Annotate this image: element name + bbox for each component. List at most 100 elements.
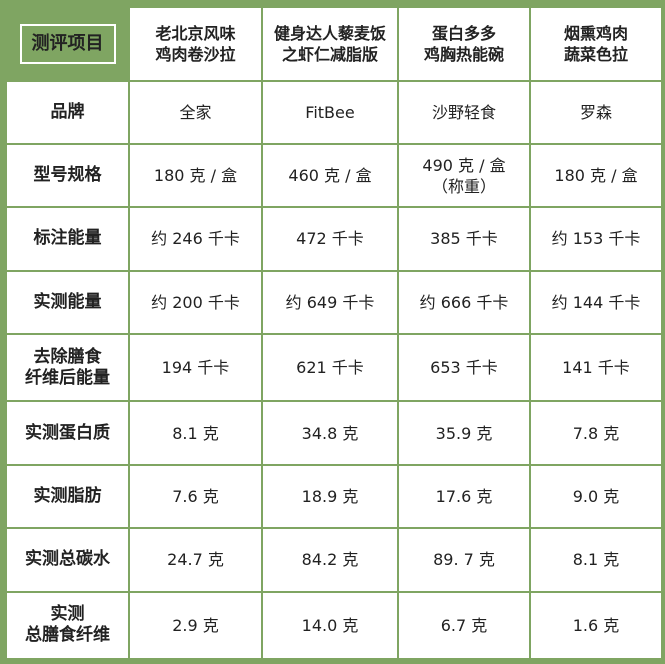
value-cell: 14.0 克 <box>261 590 399 661</box>
value-cell: 84.2 克 <box>261 527 399 593</box>
table-row: 去除膳食 纤维后能量 194 千卡 621 千卡 653 千卡 141 千卡 <box>5 333 663 403</box>
value-cell: 89. 7 克 <box>397 527 531 593</box>
row-label: 实测蛋白质 <box>25 422 110 443</box>
cell-value: （称重） <box>431 176 496 196</box>
value-cell: 141 千卡 <box>529 333 663 403</box>
value-cell: 385 千卡 <box>397 206 531 272</box>
cell-value: 约 246 千卡 <box>151 229 240 249</box>
cell-value: 180 克 / 盒 <box>153 166 238 186</box>
cell-value: 17.6 克 <box>435 486 493 506</box>
row-label: 实测脂肪 <box>33 485 102 506</box>
product-header-3: 蛋白多多 鸡胸热能碗 <box>397 6 531 82</box>
row-label-cell: 实测 总膳食纤维 <box>5 590 130 661</box>
corner-header-label: 测评项目 <box>19 23 116 64</box>
value-cell: 24.7 克 <box>128 527 263 593</box>
cell-value: 89. 7 克 <box>433 550 495 570</box>
value-cell: FitBee <box>261 79 399 145</box>
product-name-line2: 鸡肉卷沙拉 <box>155 44 236 64</box>
cell-value: 14.0 克 <box>301 615 359 635</box>
header-row: 测评项目 老北京风味 鸡肉卷沙拉 健身达人藜麦饭 之虾仁减脂版 蛋白多多 鸡胸热… <box>5 6 663 82</box>
value-cell: 1.6 克 <box>529 590 663 661</box>
cell-value: 全家 <box>179 102 212 122</box>
cell-value: 约 153 千卡 <box>551 229 641 249</box>
cell-value: 约 649 千卡 <box>285 292 375 312</box>
row-label-cell: 实测脂肪 <box>5 463 130 530</box>
cell-value: 180 克 / 盒 <box>554 166 638 186</box>
product-header-4: 烟熏鸡肉 蔬菜色拉 <box>529 6 663 82</box>
product-name-line2: 鸡胸热能碗 <box>423 44 504 64</box>
cell-value: 34.8 克 <box>301 423 359 443</box>
product-header-2: 健身达人藜麦饭 之虾仁减脂版 <box>261 6 399 82</box>
cell-value: 约 666 千卡 <box>419 292 509 312</box>
value-cell: 34.8 克 <box>261 400 399 466</box>
table-row: 实测能量 约 200 千卡 约 649 千卡 约 666 千卡 约 144 千卡 <box>5 269 663 336</box>
product-name-line2: 之虾仁减脂版 <box>281 44 378 64</box>
cell-value: 24.7 克 <box>167 550 224 570</box>
value-cell: 约 200 千卡 <box>128 269 263 336</box>
value-cell: 490 克 / 盒（称重） <box>397 142 531 209</box>
row-label: 总膳食纤维 <box>25 625 110 646</box>
table-frame: 测评项目 老北京风味 鸡肉卷沙拉 健身达人藜麦饭 之虾仁减脂版 蛋白多多 鸡胸热… <box>0 0 665 664</box>
value-cell: 罗森 <box>529 79 663 145</box>
row-label: 实测总碳水 <box>25 549 110 570</box>
value-cell: 7.6 克 <box>128 463 263 530</box>
cell-value: 490 克 / 盒 <box>422 155 506 175</box>
value-cell: 约 144 千卡 <box>529 269 663 336</box>
comparison-table: 测评项目 老北京风味 鸡肉卷沙拉 健身达人藜麦饭 之虾仁减脂版 蛋白多多 鸡胸热… <box>5 6 663 661</box>
cell-value: 约 200 千卡 <box>151 292 240 312</box>
cell-value: 460 克 / 盒 <box>288 166 372 186</box>
value-cell: 9.0 克 <box>529 463 663 530</box>
row-label-cell: 实测蛋白质 <box>5 400 130 466</box>
table-body: 品牌 全家 FitBee 沙野轻食 罗森型号规格 180 克 / 盒 460 克 / 盒 49… <box>5 79 663 661</box>
row-label-cell: 去除膳食 纤维后能量 <box>5 333 130 403</box>
product-name-line1: 烟熏鸡肉 <box>563 23 628 43</box>
corner-header-cell: 测评项目 <box>5 6 130 82</box>
cell-value: 8.1 克 <box>172 423 219 443</box>
value-cell: 621 千卡 <box>261 333 399 403</box>
value-cell: 35.9 克 <box>397 400 531 466</box>
product-name-line1: 健身达人藜麦饭 <box>273 23 386 43</box>
row-label-cell: 型号规格 <box>5 142 130 209</box>
table-row: 标注能量 约 246 千卡 472 千卡 385 千卡 约 153 千卡 <box>5 206 663 272</box>
cell-value: 约 144 千卡 <box>551 292 641 312</box>
table-row: 品牌 全家 FitBee 沙野轻食 罗森 <box>5 79 663 145</box>
product-name-line2: 蔬菜色拉 <box>563 44 628 64</box>
cell-value: 18.9 克 <box>301 486 359 506</box>
value-cell: 8.1 克 <box>529 527 663 593</box>
cell-value: FitBee <box>305 102 355 122</box>
value-cell: 全家 <box>128 79 263 145</box>
value-cell: 180 克 / 盒 <box>529 142 663 209</box>
value-cell: 约 153 千卡 <box>529 206 663 272</box>
table-row: 实测总碳水 24.7 克 84.2 克 89. 7 克 8.1 克 <box>5 527 663 593</box>
cell-value: 2.9 克 <box>172 615 219 635</box>
row-label: 型号规格 <box>33 165 102 186</box>
cell-value: 84.2 克 <box>301 550 359 570</box>
cell-value: 653 千卡 <box>430 358 498 378</box>
cell-value: 621 千卡 <box>296 358 364 378</box>
row-label-cell: 品牌 <box>5 79 130 145</box>
row-label-cell: 标注能量 <box>5 206 130 272</box>
value-cell: 约 246 千卡 <box>128 206 263 272</box>
table-row: 实测脂肪 7.6 克 18.9 克 17.6 克 9.0 克 <box>5 463 663 530</box>
value-cell: 沙野轻食 <box>397 79 531 145</box>
value-cell: 7.8 克 <box>529 400 663 466</box>
cell-value: 罗森 <box>579 102 612 122</box>
value-cell: 194 千卡 <box>128 333 263 403</box>
value-cell: 2.9 克 <box>128 590 263 661</box>
value-cell: 472 千卡 <box>261 206 399 272</box>
cell-value: 385 千卡 <box>430 229 498 249</box>
value-cell: 653 千卡 <box>397 333 531 403</box>
row-label: 实测 <box>50 604 85 625</box>
cell-value: 194 千卡 <box>161 358 230 378</box>
row-label: 标注能量 <box>33 228 102 249</box>
row-label: 去除膳食 <box>33 346 102 367</box>
row-label-cell: 实测总碳水 <box>5 527 130 593</box>
cell-value: 6.7 克 <box>440 615 488 635</box>
table-row: 实测蛋白质 8.1 克 34.8 克 35.9 克 7.8 克 <box>5 400 663 466</box>
cell-value: 7.8 克 <box>572 423 620 443</box>
row-label: 纤维后能量 <box>25 367 110 388</box>
value-cell: 180 克 / 盒 <box>128 142 263 209</box>
value-cell: 约 666 千卡 <box>397 269 531 336</box>
cell-value: 7.6 克 <box>172 486 219 506</box>
cell-value: 1.6 克 <box>572 615 620 635</box>
